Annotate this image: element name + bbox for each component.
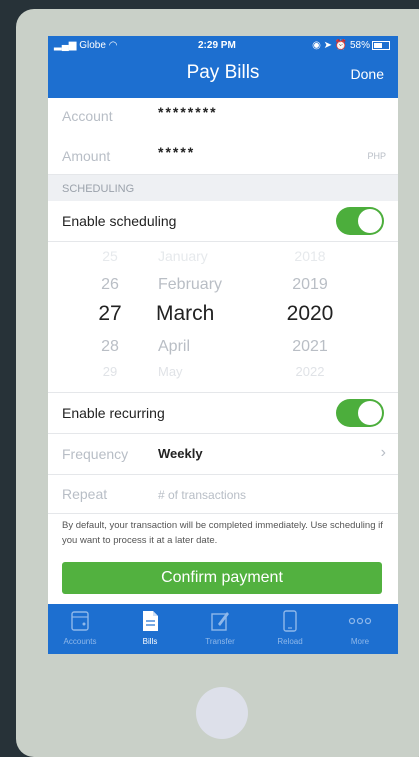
- year-option[interactable]: 2021: [280, 338, 340, 356]
- tab-accounts[interactable]: Accounts: [50, 610, 110, 646]
- reload-icon: [260, 610, 320, 632]
- month-selected[interactable]: March: [156, 302, 214, 326]
- frequency-label: Frequency: [62, 446, 129, 462]
- tab-label: Transfer: [205, 637, 235, 646]
- status-bar: ▂▄▆ Globe ◠ 2:29 PM ◉ ➤ ⏰ 58%: [48, 40, 398, 54]
- tab-label: Accounts: [63, 637, 97, 646]
- amount-row[interactable]: Amount ***** PHP: [48, 134, 398, 175]
- done-button[interactable]: Done: [351, 66, 384, 82]
- month-option[interactable]: April: [158, 338, 190, 356]
- repeat-label: Repeat: [62, 486, 108, 502]
- enable-recurring-row: Enable recurring: [48, 393, 398, 434]
- date-picker[interactable]: 25 26 27 28 29 January February March Ap…: [48, 242, 398, 393]
- tab-more[interactable]: More: [330, 610, 390, 646]
- repeat-input[interactable]: # of transactions: [158, 488, 246, 502]
- carrier-label: ▂▄▆ Globe ◠: [54, 40, 118, 51]
- amount-value: *****: [158, 144, 196, 160]
- recurring-toggle[interactable]: [336, 399, 384, 427]
- year-option[interactable]: 2022: [280, 364, 340, 379]
- year-option[interactable]: 2018: [280, 248, 340, 264]
- currency-label: PHP: [367, 151, 386, 161]
- tab-bar: Accounts Bills Transfer Reload More: [48, 604, 398, 654]
- scheduling-section-header: SCHEDULING: [48, 175, 398, 201]
- enable-scheduling-row: Enable scheduling: [48, 201, 398, 242]
- tab-label: More: [350, 637, 370, 646]
- day-option[interactable]: 29: [90, 364, 130, 379]
- status-time: 2:29 PM: [198, 40, 236, 51]
- day-option[interactable]: 26: [90, 276, 130, 294]
- month-option[interactable]: February: [158, 276, 222, 294]
- day-option[interactable]: 28: [90, 338, 130, 356]
- bills-icon: [120, 610, 180, 632]
- accounts-icon: [50, 610, 110, 632]
- navigation-bar: ▂▄▆ Globe ◠ 2:29 PM ◉ ➤ ⏰ 58% Pay Bills …: [48, 36, 398, 98]
- account-row[interactable]: Account ********: [48, 98, 398, 135]
- battery-icon: [372, 40, 390, 50]
- app-screen: ▂▄▆ Globe ◠ 2:29 PM ◉ ➤ ⏰ 58% Pay Bills …: [48, 36, 398, 654]
- day-wheel[interactable]: 25 26 27 28 29: [90, 242, 130, 392]
- tab-transfer[interactable]: Transfer: [190, 610, 250, 646]
- month-option[interactable]: January: [158, 248, 208, 264]
- frequency-row[interactable]: Frequency Weekly ›: [48, 434, 398, 475]
- account-value: ********: [158, 104, 218, 120]
- tab-bills[interactable]: Bills: [120, 610, 180, 646]
- transfer-icon: [190, 610, 250, 632]
- tab-label: Reload: [277, 637, 303, 646]
- more-icon: [330, 610, 390, 632]
- tab-reload[interactable]: Reload: [260, 610, 320, 646]
- page-title: Pay Bills: [186, 62, 260, 83]
- amount-label: Amount: [62, 148, 111, 164]
- home-button[interactable]: [196, 687, 248, 739]
- day-selected[interactable]: 27: [90, 302, 130, 326]
- account-label: Account: [62, 108, 113, 124]
- frequency-value: Weekly: [158, 446, 203, 461]
- enable-scheduling-label: Enable scheduling: [62, 213, 177, 229]
- confirm-payment-button[interactable]: Confirm payment: [62, 562, 382, 594]
- month-wheel[interactable]: January February March April May: [152, 242, 262, 392]
- year-option[interactable]: 2019: [280, 276, 340, 294]
- day-option[interactable]: 25: [90, 248, 130, 264]
- month-option[interactable]: May: [158, 364, 183, 379]
- chevron-right-icon: ›: [380, 444, 386, 461]
- tab-label: Bills: [142, 637, 158, 646]
- scheduling-help-text: By default, your transaction will be com…: [62, 520, 383, 546]
- year-wheel[interactable]: 2018 2019 2020 2021 2022: [280, 242, 340, 392]
- year-selected[interactable]: 2020: [280, 302, 340, 326]
- repeat-row[interactable]: Repeat # of transactions: [48, 475, 398, 514]
- status-indicators: ◉ ➤ ⏰ 58%: [312, 40, 390, 51]
- scheduling-toggle[interactable]: [336, 207, 384, 235]
- enable-recurring-label: Enable recurring: [62, 405, 165, 421]
